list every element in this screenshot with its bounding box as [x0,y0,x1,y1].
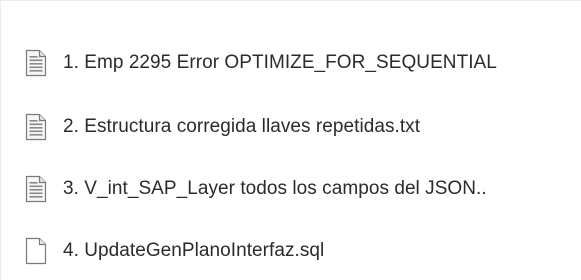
recent-file-label: 4. UpdateGenPlanoInterfaz.sql [63,240,325,261]
recent-file-item-2[interactable]: 2. Estructura corregida llaves repetidas… [25,107,581,147]
recent-file-item-4[interactable]: 4. UpdateGenPlanoInterfaz.sql [25,231,581,271]
recent-file-item-1[interactable]: 1. Emp 2295 Error OPTIMIZE_FOR_SEQUENTIA… [25,43,581,83]
recent-file-label: 3. V_int_SAP_Layer todos los campos del … [63,178,487,199]
recent-files-list: 1. Emp 2295 Error OPTIMIZE_FOR_SEQUENTIA… [0,0,581,280]
recent-file-label: 2. Estructura corregida llaves repetidas… [63,116,421,137]
text-document-icon [25,49,47,77]
text-document-icon [25,175,47,203]
blank-document-icon [25,237,47,265]
recent-file-item-3[interactable]: 3. V_int_SAP_Layer todos los campos del … [25,169,581,209]
text-document-icon [25,113,47,141]
recent-file-label: 1. Emp 2295 Error OPTIMIZE_FOR_SEQUENTIA… [63,52,497,73]
